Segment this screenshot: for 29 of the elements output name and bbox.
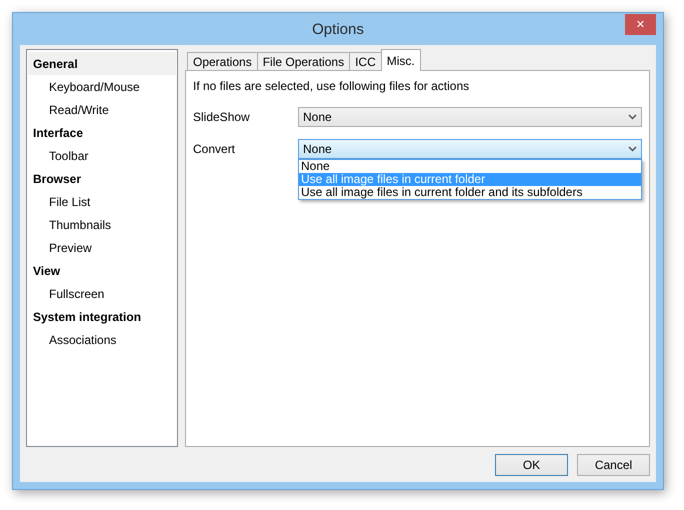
tree-item[interactable]: Associations	[28, 328, 176, 351]
tree-item[interactable]: Thumbnails	[28, 213, 176, 236]
tree-item[interactable]: Keyboard/Mouse	[28, 75, 176, 98]
dropdown-option[interactable]: None	[299, 160, 641, 173]
dropdown[interactable]: None	[298, 107, 642, 127]
chevron-down-icon	[628, 114, 637, 120]
tab[interactable]: Misc.	[380, 49, 421, 71]
tree-item[interactable]: Read/Write	[28, 98, 176, 121]
tree-item[interactable]: Preview	[28, 236, 176, 259]
tree-item[interactable]: Browser	[28, 167, 176, 190]
chevron-down-icon	[628, 146, 637, 152]
intro-text: If no files are selected, use following files for actions	[193, 79, 470, 93]
field-label: SlideShow	[193, 109, 251, 124]
close-button[interactable]: ✕	[625, 14, 656, 35]
tab[interactable]: Operations	[187, 52, 258, 71]
tree-item[interactable]: View	[28, 259, 176, 282]
tree-item[interactable]: Interface	[28, 121, 176, 144]
window-title: Options	[312, 20, 364, 38]
tab[interactable]: File Operations	[256, 52, 350, 71]
dialog-button[interactable]: Cancel	[577, 454, 650, 476]
dropdown-option[interactable]: Use all image files in current folder and its subfolders	[299, 186, 641, 199]
tree-item[interactable]: File List	[28, 190, 176, 213]
dialog-button[interactable]: OK	[495, 454, 568, 476]
dropdown[interactable]: None	[298, 139, 642, 159]
tree-item[interactable]: Fullscreen	[28, 282, 176, 305]
field-label: Convert	[193, 141, 236, 156]
tree-item[interactable]: Toolbar	[28, 144, 176, 167]
tree-item[interactable]: General	[28, 52, 176, 75]
tree-item[interactable]: System integration	[28, 305, 176, 328]
